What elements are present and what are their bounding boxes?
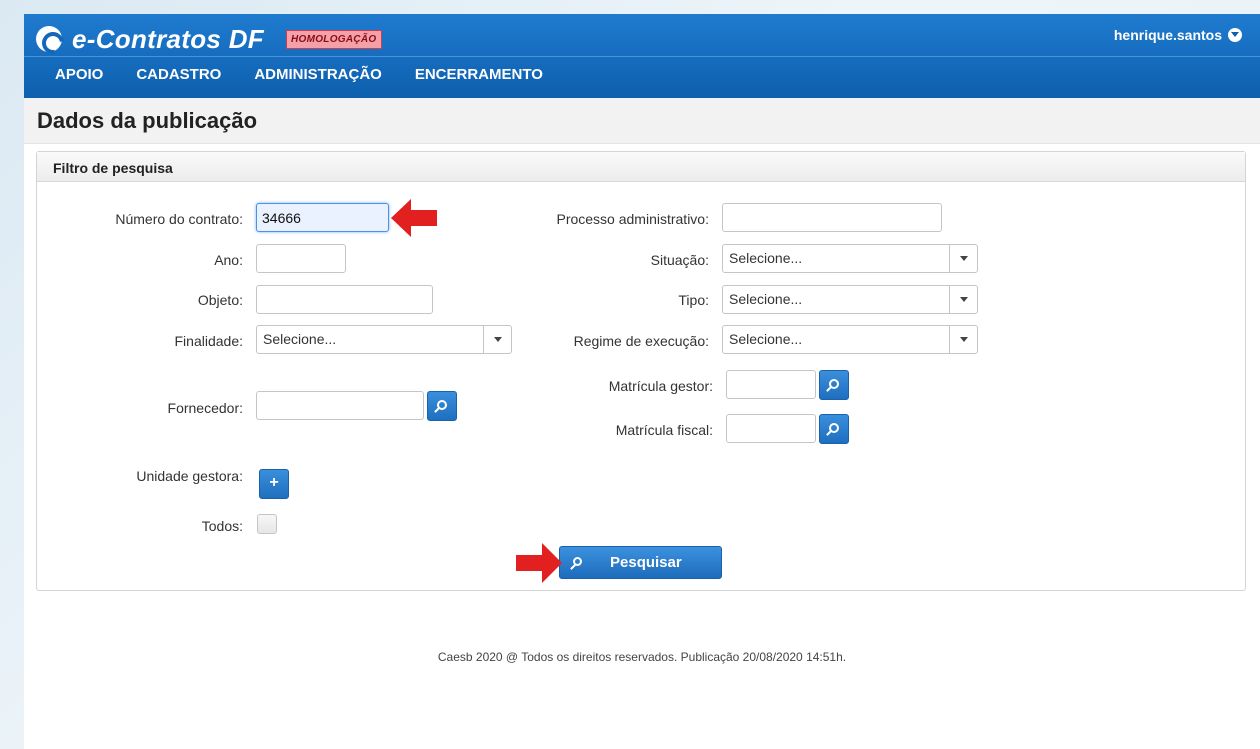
main-nav: APOIO CADASTRO ADMINISTRAÇÃO ENCERRAMENT… [24, 60, 543, 90]
app-window: e-Contratos DF HOMOLOGAÇÃO henrique.sant… [24, 14, 1260, 749]
unidade-gestora-label: Unidade gestora: [136, 468, 243, 484]
search-button[interactable]: Pesquisar [559, 546, 722, 579]
fornecedor-label: Fornecedor: [167, 400, 243, 416]
search-icon [573, 557, 582, 566]
add-unidade-gestora-button[interactable]: + [259, 469, 289, 499]
search-icon [829, 379, 839, 389]
todos-checkbox[interactable] [257, 514, 277, 534]
regime-label: Regime de execução: [573, 333, 709, 349]
user-menu[interactable]: henrique.santos [1114, 27, 1242, 43]
nav-item-encerramento[interactable]: ENCERRAMENTO [415, 60, 543, 90]
situacao-select[interactable]: Selecione... [722, 244, 978, 273]
app-logo-icon [36, 26, 62, 52]
fornecedor-input[interactable] [256, 391, 424, 420]
regime-select[interactable]: Selecione... [722, 325, 978, 354]
search-icon [829, 423, 839, 433]
nav-item-apoio[interactable]: APOIO [55, 60, 103, 90]
matricula-gestor-input[interactable] [726, 370, 816, 399]
nav-item-cadastro[interactable]: CADASTRO [136, 60, 221, 90]
filter-panel-title: Filtro de pesquisa [37, 152, 1245, 182]
numero-contrato-label: Número do contrato: [115, 211, 243, 227]
objeto-input[interactable] [256, 285, 433, 314]
todos-label: Todos: [201, 518, 243, 534]
brand[interactable]: e-Contratos DF HOMOLOGAÇÃO [36, 20, 382, 58]
numero-contrato-input[interactable] [256, 203, 389, 232]
matricula-fiscal-search-button[interactable] [819, 414, 849, 444]
matricula-fiscal-input[interactable] [726, 414, 816, 443]
footer-text: Caesb 2020 @ Todos os direitos reservado… [437, 650, 847, 664]
plus-icon: + [269, 474, 279, 491]
chevron-down-icon [949, 326, 977, 353]
objeto-label: Objeto: [197, 292, 243, 308]
chevron-down-icon [949, 245, 977, 272]
annotation-arrow-search [516, 543, 564, 583]
tipo-label: Tipo: [678, 292, 709, 308]
tipo-select[interactable]: Selecione... [722, 285, 978, 314]
tipo-value: Selecione... [729, 291, 803, 307]
app-title: e-Contratos DF [72, 23, 264, 54]
ano-input[interactable] [256, 244, 346, 273]
finalidade-value: Selecione... [263, 331, 337, 347]
situacao-label: Situação: [650, 252, 709, 268]
ano-label: Ano: [214, 252, 243, 268]
header-divider [24, 56, 1260, 57]
user-name: henrique.santos [1113, 27, 1222, 43]
search-button-label: Pesquisar [610, 554, 682, 571]
page-title: Dados da publicação [37, 108, 258, 133]
matricula-gestor-label: Matrícula gestor: [608, 378, 713, 394]
processo-input[interactable] [722, 203, 942, 232]
annotation-arrow-contract [391, 199, 439, 237]
nav-item-administracao[interactable]: ADMINISTRAÇÃO [254, 60, 382, 90]
regime-value: Selecione... [729, 331, 803, 347]
finalidade-select[interactable]: Selecione... [256, 325, 512, 354]
chevron-down-icon [1228, 28, 1242, 42]
matricula-gestor-search-button[interactable] [819, 370, 849, 400]
chevron-down-icon [949, 286, 977, 313]
processo-label: Processo administrativo: [556, 211, 709, 227]
fornecedor-search-button[interactable] [427, 391, 457, 421]
situacao-value: Selecione... [729, 250, 803, 266]
filter-panel: Filtro de pesquisa Número do contrato: A… [36, 151, 1246, 591]
search-icon [437, 400, 447, 410]
environment-badge: HOMOLOGAÇÃO [285, 29, 382, 49]
matricula-fiscal-label: Matrícula fiscal: [615, 422, 713, 438]
finalidade-label: Finalidade: [174, 333, 244, 349]
top-header: e-Contratos DF HOMOLOGAÇÃO henrique.sant… [24, 14, 1260, 98]
page-title-bar: Dados da publicação [24, 98, 1260, 144]
